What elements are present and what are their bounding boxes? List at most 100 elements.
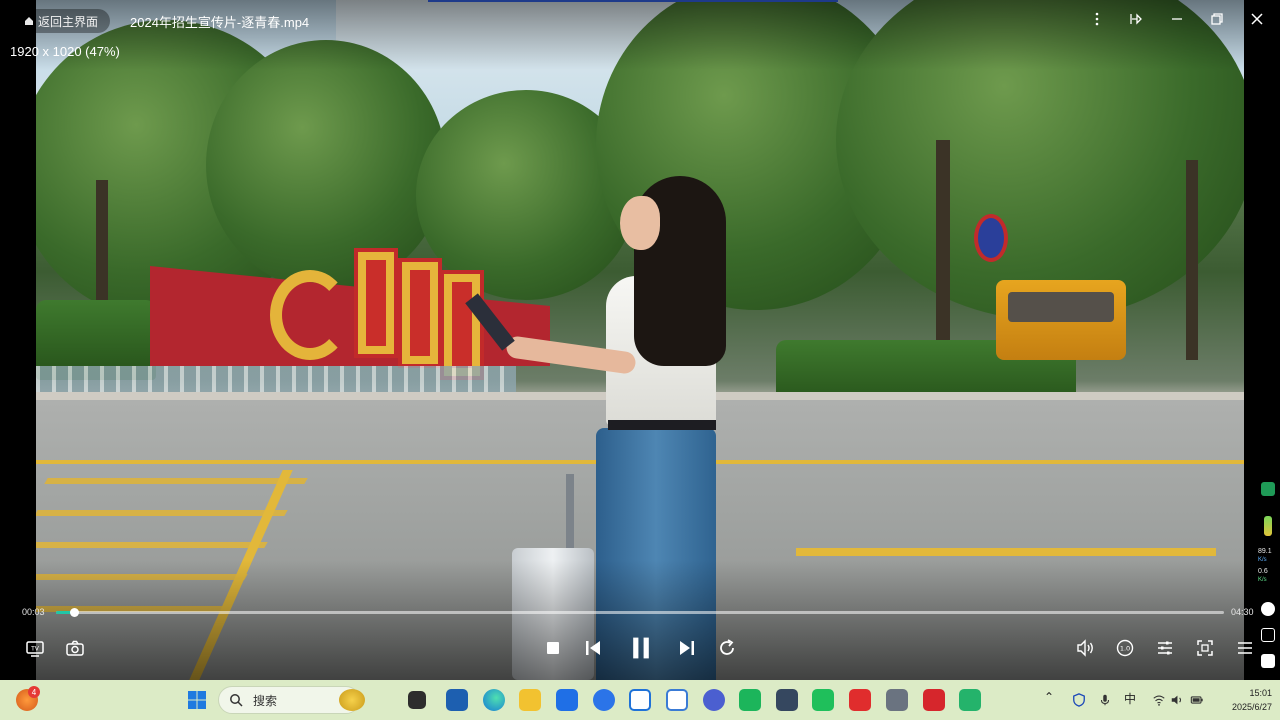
pin-icon (1130, 13, 1142, 25)
battery-icon[interactable] (1186, 689, 1208, 711)
scene-stripe (36, 510, 288, 516)
screenshot-button[interactable] (63, 636, 87, 660)
scene-suitcase-handle (566, 474, 574, 554)
pineapple-icon (339, 689, 365, 711)
minimize-icon (1172, 18, 1182, 20)
app-panel-icon[interactable] (666, 689, 688, 711)
shield-icon (1261, 482, 1275, 496)
window-controls (1088, 8, 1266, 30)
recorder-icon[interactable] (923, 689, 945, 711)
edge-icon[interactable] (483, 689, 505, 711)
resolution-info: 1920 x 1020 (47%) (10, 44, 120, 59)
scene-trunk (936, 140, 950, 340)
current-time: 00:03 (22, 607, 45, 617)
network-monitor: 89.1 K/s 0.6 K/s (1256, 476, 1280, 676)
app-l-icon[interactable] (593, 689, 615, 711)
scene-stripe (44, 478, 308, 484)
loop-button[interactable] (715, 636, 739, 660)
home-button[interactable]: 返回主界面 (14, 9, 111, 33)
sliders-icon (1158, 641, 1172, 655)
scene-vehicle (996, 280, 1126, 360)
ime-indicator[interactable]: 中 (1124, 690, 1136, 707)
scene-person-face (620, 196, 660, 250)
previous-button[interactable] (581, 636, 605, 660)
more-button[interactable] (1088, 8, 1106, 30)
wps-icon[interactable] (849, 689, 871, 711)
svg-text:TV: TV (30, 646, 40, 653)
download-unit: K/s (1258, 577, 1267, 583)
more-icon (1095, 12, 1099, 26)
clock-time: 15:01 (1249, 688, 1272, 698)
crop-icon[interactable] (1261, 628, 1275, 642)
start-button[interactable] (186, 689, 208, 711)
file-explorer-icon[interactable] (519, 689, 541, 711)
notification-badge: 4 (28, 686, 40, 698)
svg-text:1.0: 1.0 (1120, 645, 1130, 653)
stop-icon (547, 642, 559, 654)
camera-tool-icon[interactable] (1261, 654, 1275, 668)
scene-person-belt (608, 420, 716, 430)
scene-panel (440, 270, 484, 380)
minimize-button[interactable] (1168, 8, 1186, 30)
speed-icon: 1.0 (1116, 639, 1134, 657)
next-button[interactable] (675, 636, 699, 660)
mic-glyph-icon (1100, 694, 1110, 706)
fullscreen-button[interactable] (1193, 636, 1217, 660)
scene-trunk (1186, 160, 1198, 360)
search-placeholder: 搜索 (253, 693, 278, 708)
upload-unit: K/s (1258, 557, 1267, 563)
upload-speed: 89.1 (1258, 548, 1272, 555)
volume-button[interactable] (1073, 636, 1097, 660)
task-view-icon[interactable] (408, 691, 426, 709)
feishu-icon[interactable] (556, 689, 578, 711)
speed-button[interactable]: 1.0 (1113, 636, 1137, 660)
search-icon (230, 694, 243, 707)
app-window-icon[interactable] (629, 689, 651, 711)
tv-icon: TV (26, 641, 44, 657)
wechat-icon[interactable] (812, 689, 834, 711)
taskbar-search[interactable]: 搜索 (218, 686, 365, 714)
scene-panel (398, 258, 442, 368)
stop-button[interactable] (541, 636, 565, 660)
app-a-icon[interactable] (703, 689, 725, 711)
playlist-button[interactable] (1233, 636, 1257, 660)
clock-date: 2025/6/27 (1231, 702, 1272, 712)
calculator-icon[interactable] (886, 689, 908, 711)
scene-emblem (270, 270, 350, 360)
wifi-glyph-icon (1153, 695, 1165, 706)
tv-cast-button[interactable]: TV (23, 636, 47, 660)
scene-panel (354, 248, 398, 358)
restore-button[interactable] (1208, 8, 1226, 30)
side-tool-icon[interactable] (1261, 602, 1275, 616)
scene-road-line (796, 548, 1216, 556)
tray-expand-icon[interactable]: ⌃ (1044, 690, 1054, 704)
store-icon[interactable] (446, 689, 468, 711)
tray-shield-icon[interactable] (1068, 689, 1090, 711)
download-speed: 0.6 (1258, 568, 1268, 575)
volume-icon (1077, 639, 1093, 657)
speaker-icon[interactable] (1166, 689, 1188, 711)
camera-icon (66, 640, 84, 656)
next-icon (680, 641, 694, 655)
system-clock[interactable]: 15:01 2025/6/27 (1232, 686, 1272, 714)
scene-road-sign (974, 214, 1008, 262)
total-time: 04:30 (1231, 607, 1254, 617)
pin-button[interactable] (1128, 8, 1146, 30)
microphone-icon[interactable] (1094, 689, 1116, 711)
scene-tree (206, 40, 446, 290)
scene-stripe (36, 542, 268, 548)
pause-button[interactable] (626, 633, 656, 663)
scene-fence (36, 366, 516, 394)
close-icon (1251, 13, 1263, 25)
pause-icon (633, 637, 649, 659)
memory-gauge-icon (1264, 516, 1272, 536)
settings-button[interactable] (1153, 636, 1177, 660)
app-photo-icon[interactable] (776, 689, 798, 711)
close-button[interactable] (1248, 8, 1266, 30)
previous-icon (586, 641, 600, 655)
menu-icon (1238, 642, 1252, 654)
file-title: 2024年招生宣传片-逐青春.mp4 (130, 15, 310, 30)
video-player-app-icon[interactable] (959, 689, 981, 711)
app-mail-icon[interactable] (739, 689, 761, 711)
seek-bar[interactable] (56, 608, 1224, 617)
